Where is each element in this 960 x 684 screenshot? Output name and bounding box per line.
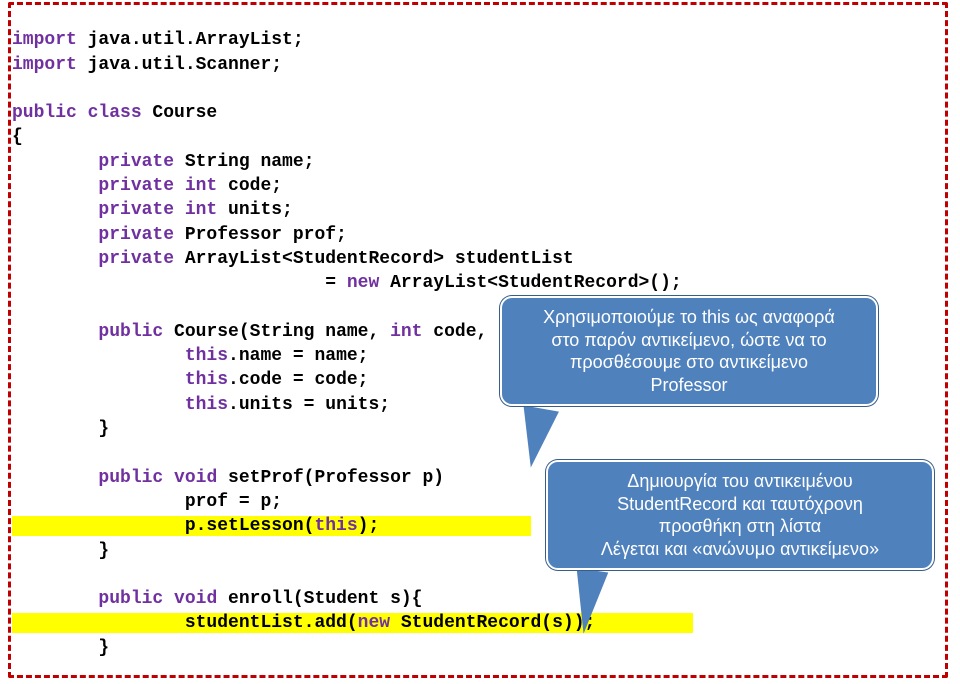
code-text: java.util.Scanner; [77, 55, 282, 75]
kw-public: public [12, 103, 77, 123]
kw-import: import [12, 30, 77, 50]
code-text: Professor prof; [174, 225, 347, 245]
code-text: StudentRecord(s)); [390, 613, 595, 633]
kw-private: private [12, 200, 174, 220]
code-text: { [12, 127, 23, 147]
code-text: .name = name; [228, 346, 368, 366]
code-text: ); [358, 516, 380, 536]
callout-line: Λέγεται και «ανώνυμο αντικείμενο» [562, 538, 918, 561]
code-text: ArrayList<StudentRecord>(); [379, 273, 681, 293]
callout-line: προσθέσουμε στο αντικείμενο [516, 351, 862, 374]
kw-public: public [12, 322, 163, 342]
code-text: code, [422, 322, 498, 342]
code-text: } [12, 541, 109, 561]
kw-public: public [12, 468, 163, 488]
code-text: p.setLesson( [12, 516, 314, 536]
kw-private: private [12, 249, 174, 269]
callout-anonymous-object: Δημιουργία του αντικειμένου StudentRecor… [546, 460, 934, 570]
callout-line: Professor [516, 374, 862, 397]
code-text: } [12, 419, 109, 439]
callout-line: προσθήκη στη λίστα [562, 515, 918, 538]
code-text: ArrayList<StudentRecord> studentList [174, 249, 574, 269]
kw-this: this [314, 516, 357, 536]
code-text: String name; [174, 152, 314, 172]
kw-new: new [347, 273, 379, 293]
code-text: } [12, 638, 109, 658]
kw-void: void [163, 468, 217, 488]
callout-line: Χρησιμοποιούμε το this ως αναφορά [516, 306, 862, 329]
kw-class: class [77, 103, 142, 123]
kw-int: int [390, 322, 422, 342]
kw-int: int [174, 200, 217, 220]
kw-int: int [174, 176, 217, 196]
kw-private: private [12, 225, 174, 245]
code-text: code; [217, 176, 282, 196]
callout-line: StudentRecord και ταυτόχρονη [562, 493, 918, 516]
kw-this: this [12, 346, 228, 366]
code-text: .code = code; [228, 370, 368, 390]
kw-public: public [12, 589, 163, 609]
callout-this-reference: Χρησιμοποιούμε το this ως αναφορά στο πα… [500, 296, 878, 406]
kw-this: this [12, 370, 228, 390]
kw-void: void [163, 589, 217, 609]
callout-line: Δημιουργία του αντικειμένου [562, 470, 918, 493]
kw-new: new [358, 613, 390, 633]
highlight-line: p.setLesson(this); [12, 516, 531, 536]
code-text: = [12, 273, 347, 293]
code-text: setProf(Professor p) [217, 468, 444, 488]
code-text: Course(String name, [163, 322, 390, 342]
code-text: .units = units; [228, 395, 390, 415]
code-text: java.util.ArrayList; [77, 30, 304, 50]
code-text: studentList.add( [12, 613, 358, 633]
code-text: Course [142, 103, 218, 123]
kw-private: private [12, 176, 174, 196]
code-text: enroll(Student s){ [217, 589, 422, 609]
callout-line: στο παρόν αντικείμενο, ώστε να το [516, 329, 862, 352]
kw-this: this [12, 395, 228, 415]
kw-import: import [12, 55, 77, 75]
kw-private: private [12, 152, 174, 172]
code-text: units; [217, 200, 293, 220]
code-text: prof = p; [12, 492, 282, 512]
